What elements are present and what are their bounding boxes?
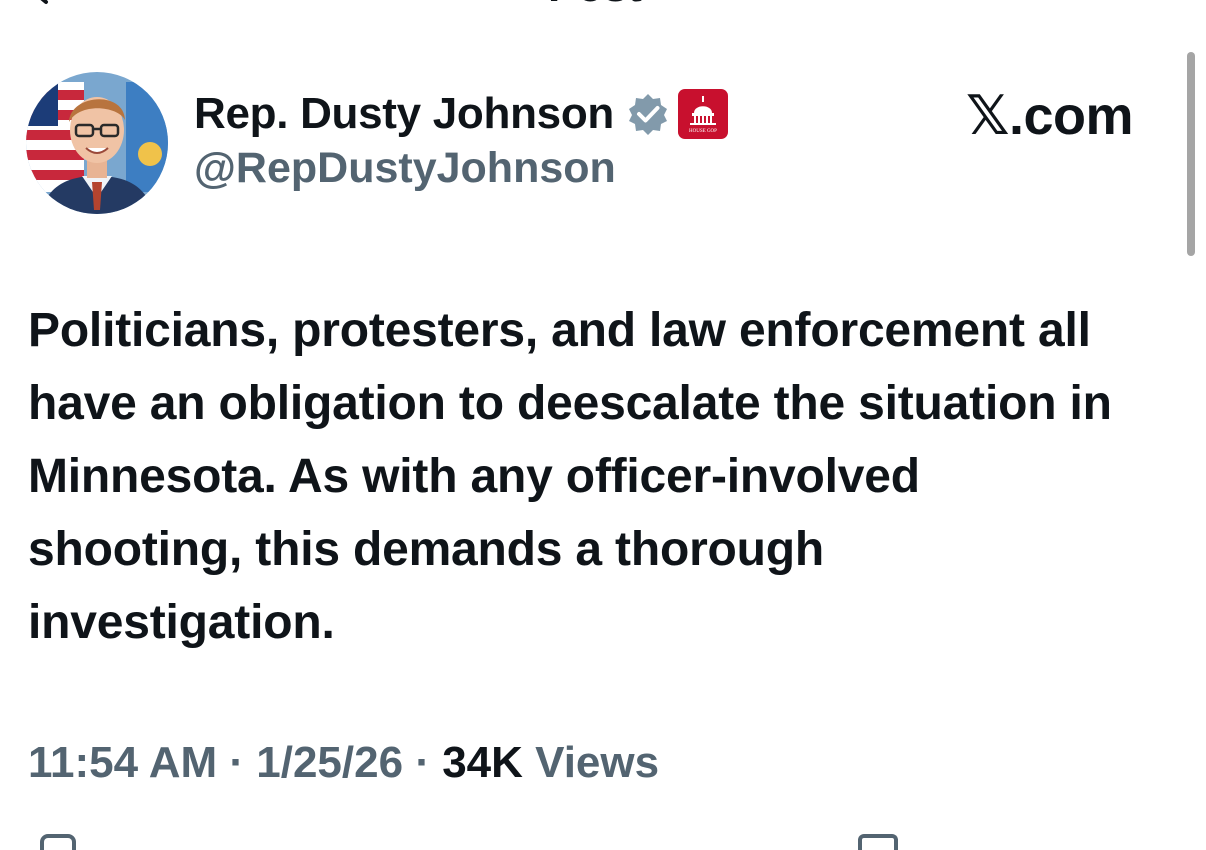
- post-meta: 11:54 AM · 1/25/26 · 34K Views: [28, 738, 659, 788]
- user-handle[interactable]: @RepDustyJohnson: [194, 144, 728, 193]
- post-time: 11:54 AM: [28, 738, 218, 787]
- affiliation-badge-text: HOUSE GOP: [689, 129, 717, 134]
- meta-separator: ·: [415, 738, 430, 787]
- views-label: Views: [535, 738, 660, 787]
- name-row: Rep. Dusty Johnson HOUSE GOP: [194, 86, 728, 142]
- reply-icon[interactable]: [40, 834, 76, 850]
- scrollbar[interactable]: [1187, 52, 1195, 256]
- views-count: 34K: [442, 738, 523, 787]
- page-title: Post: [548, 0, 642, 12]
- bookmark-icon[interactable]: [858, 834, 898, 850]
- post-date: 1/25/26: [256, 738, 404, 787]
- post-text: Politicians, protesters, and law enforce…: [28, 304, 1112, 649]
- x-logo: 𝕏.com: [966, 86, 1134, 146]
- capitol-dome-icon[interactable]: HOUSE GOP: [677, 89, 728, 139]
- post-author: Rep. Dusty Johnson HOUSE GOP @RepDustyJo…: [194, 86, 728, 193]
- display-name[interactable]: Rep. Dusty Johnson: [194, 89, 614, 139]
- back-arrow-icon[interactable]: [30, 0, 70, 10]
- avatar[interactable]: [26, 72, 168, 214]
- meta-separator: ·: [229, 738, 245, 787]
- verified-badge-icon[interactable]: [626, 92, 670, 136]
